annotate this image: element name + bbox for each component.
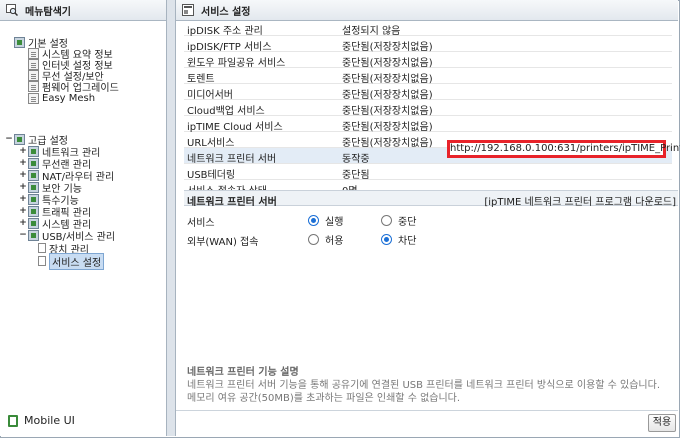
tree-item[interactable]: Easy Mesh (18, 92, 95, 104)
service-settings-title: 서비스 설정 (201, 6, 251, 18)
page-icon (38, 243, 46, 253)
folder-icon (28, 145, 39, 157)
table-row: Cloud백업 서비스 중단됨(저장장치없음) (184, 100, 672, 117)
mobile-ui-label: Mobile UI (24, 414, 75, 427)
row-label: ipTIME Cloud 서비스 (187, 122, 283, 133)
tree-item-label: 서비스 설정 (49, 252, 105, 270)
table-row: 토렌트 중단됨(저장장치없음) (184, 68, 672, 85)
table-row: ipDISK/FTP 서비스 중단됨(저장장치없음) (184, 36, 672, 53)
row-value: 중단됨(저장장치없음) (342, 90, 433, 101)
radio-unchecked-icon (308, 234, 319, 245)
printer-url-link[interactable]: http://192.168.0.100:631/printers/ipTIME… (447, 140, 680, 158)
row-value: 설정되지 않음 (342, 26, 401, 37)
doc-icon (28, 47, 39, 59)
expand-icon[interactable]: + (18, 182, 28, 192)
table-row: ipTIME Cloud 서비스 중단됨(저장장치없음) (184, 116, 672, 133)
service-settings-header: 서비스 설정 (176, 0, 678, 21)
description-line-2: 메모리 여유 공간(50MB)를 초과하는 파일은 인쇄할 수 없습니다. (187, 393, 461, 404)
service-stop-radio[interactable]: 중단 (381, 213, 416, 228)
tree-item[interactable]: 서비스 설정 (38, 252, 105, 270)
printer-section-header: 네트워크 프린터 서버 [ipTIME 네트워크 프린터 프로그램 다운로드] (184, 190, 678, 208)
radio-checked-icon (308, 215, 319, 226)
bottom-divider (176, 410, 678, 411)
expand-icon[interactable]: + (18, 194, 28, 204)
row-label: 토렌트 (187, 74, 215, 85)
row-value: 중단됨(저장장치없음) (342, 74, 433, 85)
row-label: 네트워크 프린터 서버 (187, 154, 277, 165)
printer-description: 네트워크 프린터 기능 설명 네트워크 프린터 서버 기능을 통해 공유기에 연… (187, 366, 667, 405)
collapse-icon[interactable]: − (18, 230, 28, 240)
collapse-icon[interactable]: − (4, 134, 14, 144)
expand-icon[interactable]: + (18, 170, 28, 180)
expand-icon[interactable]: + (18, 158, 28, 168)
mobile-ui-link[interactable]: Mobile UI (8, 414, 75, 427)
service-run-radio[interactable]: 실행 (308, 213, 343, 228)
tree-item[interactable]: − USB/서비스 관리 (18, 229, 115, 243)
wan-block-radio[interactable]: 차단 (381, 232, 416, 247)
row-value: 중단됨 (342, 170, 370, 181)
menu-explorer-header: 메뉴탐색기 (0, 0, 166, 21)
description-line-1: 네트워크 프린터 서버 기능을 통해 공유기에 연결된 USB 프린터를 네트워… (187, 380, 661, 391)
row-value: 중단됨(저장장치없음) (342, 106, 433, 117)
apply-button[interactable]: 적용 (648, 414, 676, 432)
page-icon (38, 256, 46, 266)
row-label: 미디어서버 (187, 90, 233, 101)
tree-item[interactable]: 펌웨어 업그레이드 (18, 80, 119, 94)
printer-download-link[interactable]: [ipTIME 네트워크 프린터 프로그램 다운로드] (484, 193, 676, 208)
folder-icon (28, 157, 39, 169)
folder-icon (28, 181, 39, 193)
table-row: ipDISK 주소 관리 설정되지 않음 (184, 20, 672, 37)
service-option-label: 서비스 (187, 218, 215, 229)
doc-icon (28, 69, 39, 81)
wan-allow-radio[interactable]: 허용 (308, 232, 343, 247)
row-value: 동작중 (342, 154, 370, 165)
folder-icon (28, 193, 39, 205)
row-label: Cloud백업 서비스 (187, 106, 265, 117)
service-run-label: 실행 (325, 217, 344, 228)
expand-icon[interactable]: + (18, 206, 28, 216)
table-row: 미디어서버 중단됨(저장장치없음) (184, 84, 672, 101)
tree-item-label: Easy Mesh (42, 92, 96, 104)
row-value: 중단됨(저장장치없음) (342, 138, 433, 149)
wan-access-label: 외부(WAN) 접속 (187, 237, 259, 248)
doc-icon (28, 80, 39, 92)
expand-icon[interactable]: + (18, 218, 28, 228)
row-label: USB테더링 (187, 170, 236, 181)
window-icon (182, 4, 194, 16)
row-value: 중단됨(저장장치없음) (342, 122, 433, 133)
panel-splitter[interactable] (166, 0, 176, 436)
menu-explorer-title: 메뉴탐색기 (25, 6, 71, 18)
row-label: 윈도우 파일공유 서비스 (187, 58, 286, 69)
folder-icon (28, 169, 39, 181)
folder-icon (28, 229, 39, 241)
table-row: 윈도우 파일공유 서비스 중단됨(저장장치없음) (184, 52, 672, 69)
description-title: 네트워크 프린터 기능 설명 (187, 367, 299, 378)
row-label: URL서비스 (187, 138, 235, 149)
wan-allow-label: 허용 (325, 236, 344, 247)
printer-section-title: 네트워크 프린터 서버 (187, 197, 277, 208)
folder-icon (14, 36, 25, 48)
row-label: ipDISK 주소 관리 (187, 26, 263, 37)
row-value: 중단됨(저장장치없음) (342, 42, 433, 53)
radio-checked-icon (381, 234, 392, 245)
row-label: ipDISK/FTP 서비스 (187, 42, 272, 53)
menu-explorer-panel: 메뉴탐색기 기본 설정 시스템 요약 정보 인터넷 설정 정보 무선 설정/보안 펌웨어… (0, 0, 166, 436)
radio-unchecked-icon (381, 215, 392, 226)
wan-block-label: 차단 (398, 236, 417, 247)
expand-icon[interactable]: + (18, 146, 28, 156)
mobile-icon (8, 414, 18, 427)
row-value: 중단됨(저장장치없음) (342, 58, 433, 69)
table-row: USB테더링 중단됨 (184, 164, 672, 181)
doc-icon (28, 58, 39, 70)
service-stop-label: 중단 (398, 217, 417, 228)
folder-icon (28, 217, 39, 229)
magnifier-icon (6, 4, 18, 16)
service-settings-panel: 서비스 설정 ipDISK 주소 관리 설정되지 않음 ipDISK/FTP 서비스… (176, 0, 680, 436)
folder-icon (28, 205, 39, 217)
folder-icon (14, 133, 25, 145)
doc-icon (28, 92, 39, 104)
